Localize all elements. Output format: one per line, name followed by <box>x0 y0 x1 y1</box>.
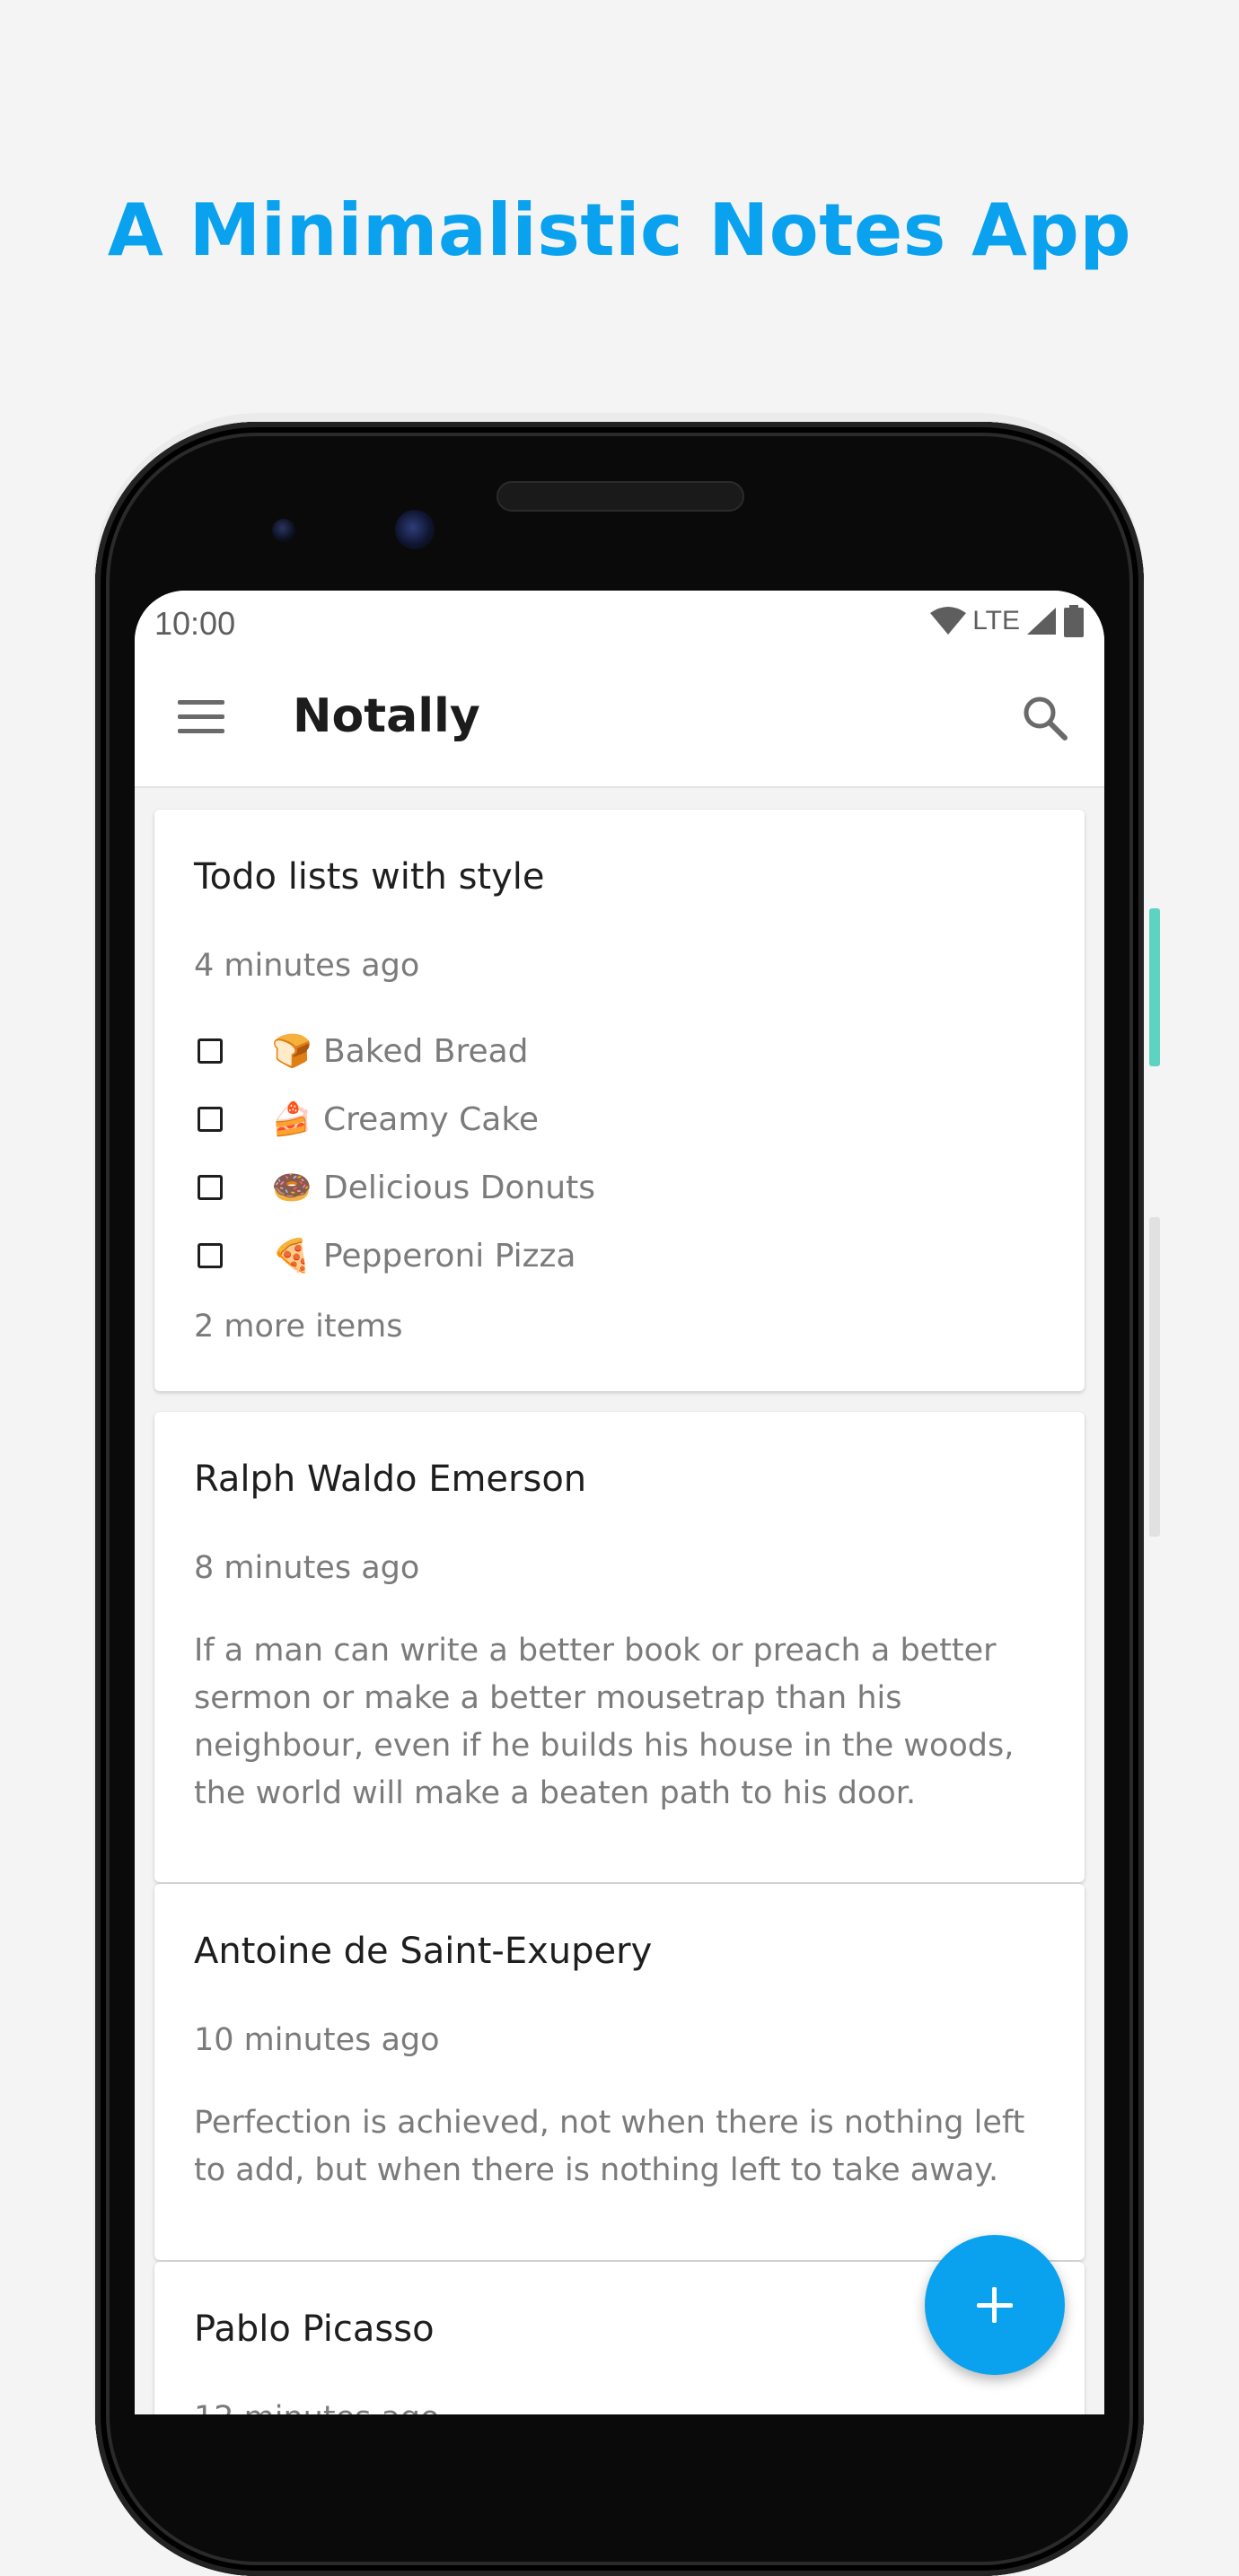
checkbox[interactable] <box>198 1107 223 1132</box>
note-timestamp: 12 minutes ago <box>194 2400 440 2414</box>
hamburger-menu-icon[interactable] <box>178 700 228 736</box>
checkbox[interactable] <box>198 1038 223 1064</box>
phone-screen: 10:00 LTE Notally Todo lists with style <box>135 591 1104 2414</box>
status-bar: 10:00 LTE <box>135 591 1104 653</box>
checklist-item: 🍩 Delicious Donuts <box>198 1165 595 1210</box>
more-items-count: 2 more items <box>194 1309 403 1345</box>
checklist-item-label: Delicious Donuts <box>323 1169 595 1206</box>
network-type: LTE <box>972 606 1020 635</box>
status-icons: LTE <box>929 603 1085 639</box>
power-button <box>1149 908 1160 1066</box>
checklist-item-label: Baked Bread <box>323 1032 529 1070</box>
checklist-item: 🍰 Creamy Cake <box>198 1097 539 1142</box>
checklist-item: 🍞 Baked Bread <box>198 1029 529 1073</box>
note-title: Pablo Picasso <box>194 2309 435 2350</box>
note-card[interactable]: Antoine de Saint-Exupery 10 minutes ago … <box>154 1884 1085 2260</box>
note-title: Ralph Waldo Emerson <box>194 1459 587 1500</box>
pizza-emoji-icon: 🍕 <box>271 1237 312 1274</box>
battery-icon <box>1064 605 1084 637</box>
wifi-icon <box>930 607 967 635</box>
bread-emoji-icon: 🍞 <box>271 1032 312 1069</box>
app-bar: Notally <box>135 653 1104 788</box>
search-icon[interactable] <box>1020 693 1070 743</box>
note-timestamp: 8 minutes ago <box>194 1550 420 1586</box>
status-time: 10:00 <box>154 605 236 642</box>
app-title: Notally <box>293 689 480 743</box>
add-note-button[interactable] <box>925 2235 1065 2375</box>
note-timestamp: 10 minutes ago <box>194 2022 440 2058</box>
earpiece-speaker <box>496 481 744 512</box>
note-timestamp: 4 minutes ago <box>194 948 420 984</box>
cell-signal-icon <box>1027 608 1056 635</box>
checkbox[interactable] <box>198 1175 223 1200</box>
note-body: If a man can write a better book or prea… <box>194 1633 1015 1811</box>
front-sensor <box>272 519 295 542</box>
checklist-item-label: Creamy Cake <box>323 1100 540 1138</box>
note-card[interactable]: Ralph Waldo Emerson 8 minutes ago If a m… <box>154 1412 1085 1882</box>
note-title: Todo lists with style <box>194 856 545 898</box>
note-title: Antoine de Saint-Exupery <box>194 1931 653 1972</box>
note-body: Perfection is achieved, not when there i… <box>194 2105 1025 2188</box>
hero-title: A Minimalistic Notes App <box>107 188 1132 272</box>
note-card[interactable]: Todo lists with style 4 minutes ago 🍞 Ba… <box>154 810 1085 1391</box>
donut-emoji-icon: 🍩 <box>271 1169 312 1205</box>
checkbox[interactable] <box>198 1243 223 1268</box>
front-camera <box>395 510 435 549</box>
checklist-item: 🍕 Pepperoni Pizza <box>198 1233 576 1278</box>
cake-emoji-icon: 🍰 <box>271 1100 312 1137</box>
volume-button <box>1149 1217 1160 1537</box>
checklist-item-label: Pepperoni Pizza <box>323 1237 576 1275</box>
